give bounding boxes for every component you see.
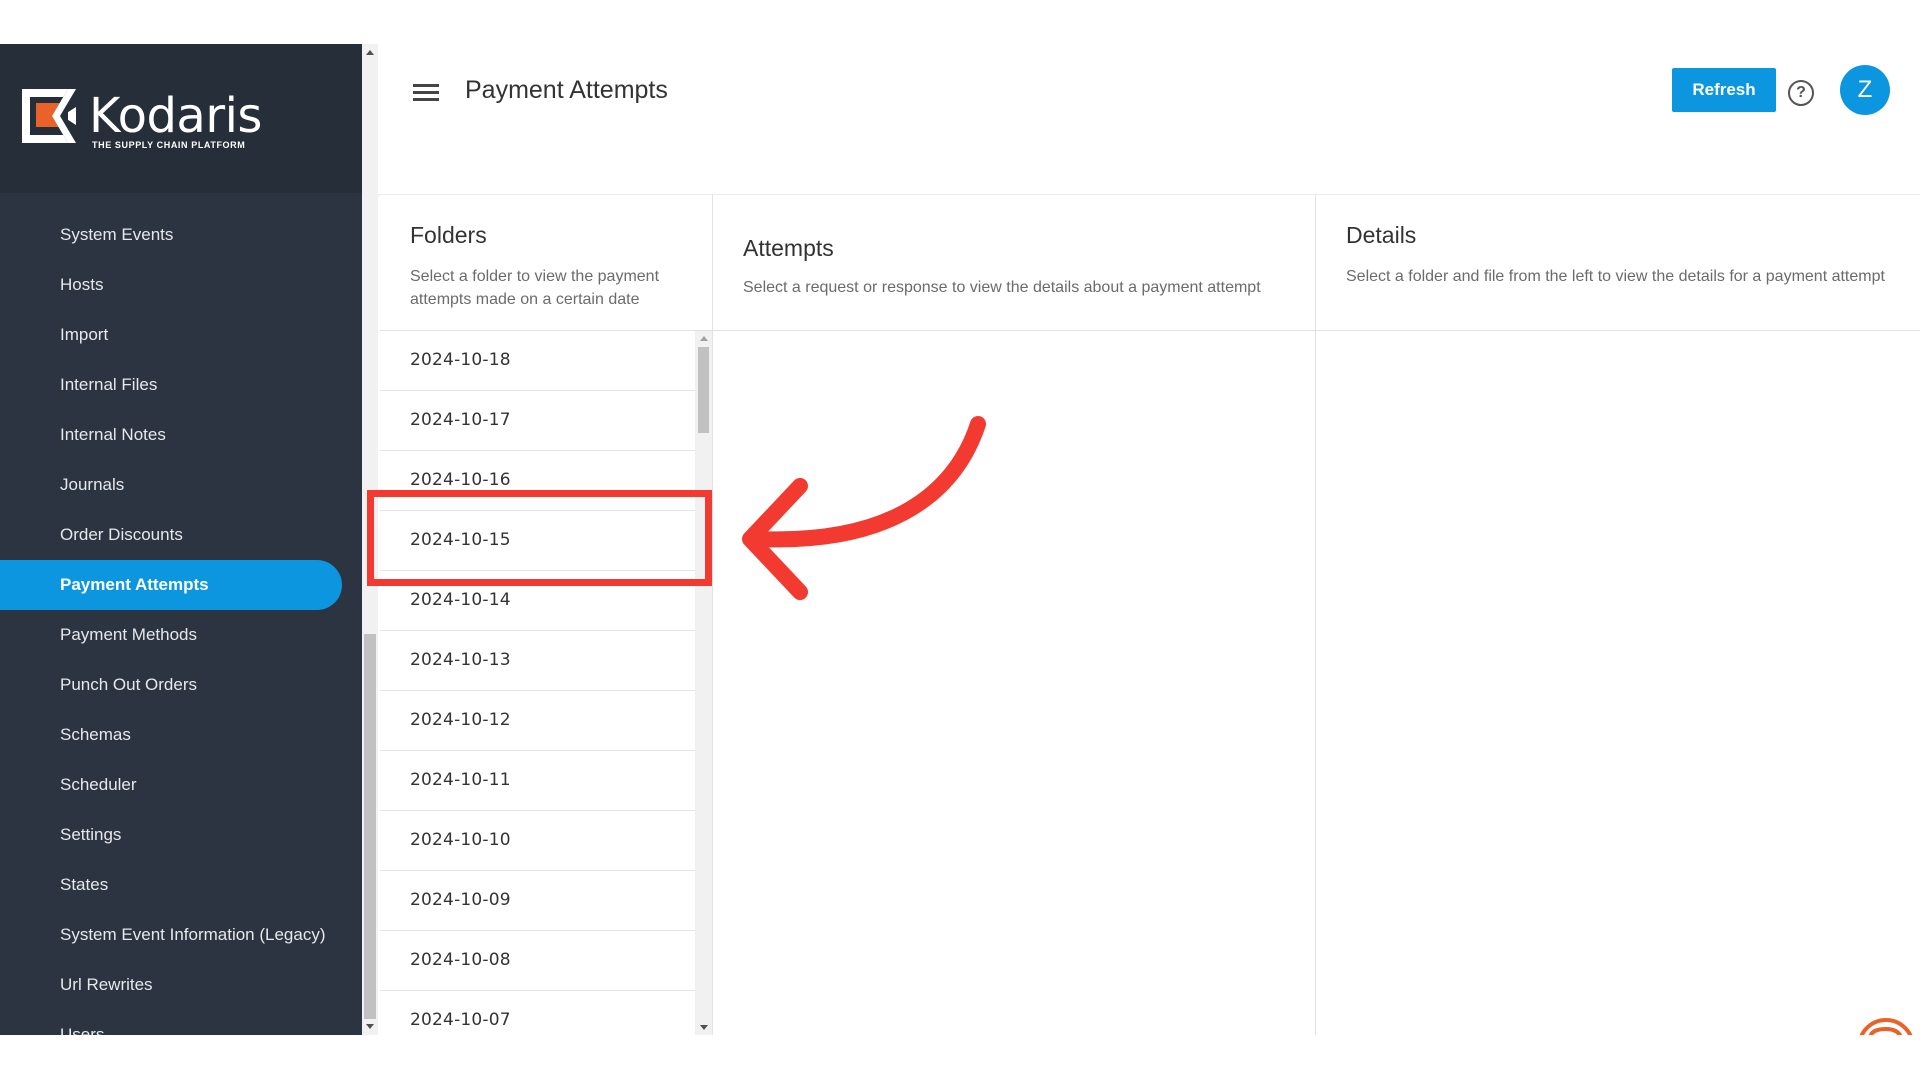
sidebar-item-schemas[interactable]: Schemas bbox=[0, 710, 362, 760]
brand-name: Kodaris bbox=[89, 88, 262, 144]
sidebar-item-system-events[interactable]: System Events bbox=[0, 210, 362, 260]
scroll-up-arrow-icon[interactable] bbox=[700, 336, 708, 341]
sidebar-item-label: Url Rewrites bbox=[60, 975, 153, 994]
sidebar-item-import[interactable]: Import bbox=[0, 310, 362, 360]
sidebar-item-label: Internal Files bbox=[60, 375, 158, 394]
sidebar-item-order-discounts[interactable]: Order Discounts bbox=[0, 510, 362, 560]
chat-bubble-icon[interactable] bbox=[1856, 1017, 1916, 1035]
sidebar-scroll-thumb[interactable] bbox=[364, 634, 376, 1019]
attempts-description: Select a request or response to view the… bbox=[743, 279, 1261, 296]
logo-area: Kodaris THE SUPPLY CHAIN PLATFORM bbox=[0, 44, 362, 193]
sidebar-nav: System Events Hosts Import Internal Files In… bbox=[0, 210, 362, 1035]
scroll-down-arrow-icon[interactable] bbox=[366, 1024, 374, 1029]
sidebar-item-label: Payment Attempts bbox=[60, 575, 209, 594]
sidebar-item-label: Import bbox=[60, 325, 109, 344]
folder-item[interactable]: 2024-10-12 bbox=[380, 691, 695, 751]
folders-panel-header: Folders Select a folder to view the paym… bbox=[380, 195, 712, 331]
sidebar-item-label: System Event Information (Legacy) bbox=[60, 925, 326, 944]
folder-list-scroll-thumb[interactable] bbox=[698, 347, 709, 433]
refresh-button[interactable]: Refresh bbox=[1672, 68, 1776, 112]
scroll-up-arrow-icon[interactable] bbox=[366, 50, 374, 55]
sidebar-item-journals[interactable]: Journals bbox=[0, 460, 362, 510]
sidebar-item-payment-methods[interactable]: Payment Methods bbox=[0, 610, 362, 660]
help-circle-icon[interactable]: ? bbox=[1788, 80, 1814, 106]
attempts-panel-header: Attempts Select a request or response to… bbox=[713, 195, 1316, 331]
details-description: Select a folder and file from the left t… bbox=[1346, 268, 1885, 285]
folder-item[interactable]: 2024-10-13 bbox=[380, 631, 695, 691]
sidebar-item-label: Payment Methods bbox=[60, 625, 198, 644]
folder-item[interactable]: 2024-10-18 bbox=[380, 331, 695, 391]
sidebar-item-label: Settings bbox=[60, 825, 122, 844]
highlight-box bbox=[367, 490, 712, 586]
top-header: Payment Attempts Refresh ? Z bbox=[378, 44, 1920, 194]
sidebar-item-payment-attempts[interactable]: Payment Attempts bbox=[0, 560, 362, 610]
kodaris-logo-icon bbox=[22, 89, 76, 143]
details-title: Details bbox=[1346, 222, 1417, 248]
sidebar-item-label: System Events bbox=[60, 225, 174, 244]
sidebar-item-label: Users bbox=[60, 1025, 105, 1035]
sidebar: Kodaris THE SUPPLY CHAIN PLATFORM System… bbox=[0, 44, 362, 1035]
sidebar-item-label: Schemas bbox=[60, 725, 131, 744]
brand-tagline: THE SUPPLY CHAIN PLATFORM bbox=[92, 140, 246, 150]
sidebar-item-system-event-information-legacy[interactable]: System Event Information (Legacy) bbox=[0, 910, 362, 960]
sidebar-item-states[interactable]: States bbox=[0, 860, 362, 910]
page-title: Payment Attempts bbox=[465, 76, 668, 104]
folder-item[interactable]: 2024-10-17 bbox=[380, 391, 695, 451]
folder-list-scrollbar[interactable] bbox=[695, 331, 712, 1035]
sidebar-item-hosts[interactable]: Hosts bbox=[0, 260, 362, 310]
folders-title: Folders bbox=[410, 222, 487, 248]
sidebar-item-label: Punch Out Orders bbox=[60, 675, 198, 694]
folder-item[interactable]: 2024-10-10 bbox=[380, 811, 695, 871]
sidebar-item-label: Order Discounts bbox=[60, 525, 183, 544]
sidebar-item-settings[interactable]: Settings bbox=[0, 810, 362, 860]
sidebar-item-scheduler[interactable]: Scheduler bbox=[0, 760, 362, 810]
sidebar-item-label: States bbox=[60, 875, 109, 894]
folders-description: Select a folder to view the payment atte… bbox=[410, 268, 660, 308]
sidebar-item-users[interactable]: Users bbox=[0, 1010, 362, 1035]
sidebar-item-punch-out-orders[interactable]: Punch Out Orders bbox=[0, 660, 362, 710]
folder-item[interactable]: 2024-10-07 bbox=[380, 991, 695, 1035]
attempts-title: Attempts bbox=[743, 235, 834, 261]
hamburger-menu-icon[interactable] bbox=[413, 80, 439, 104]
sidebar-item-label: Hosts bbox=[60, 275, 104, 294]
details-panel: Details Select a folder and file from th… bbox=[1315, 195, 1920, 1035]
sidebar-item-internal-files[interactable]: Internal Files bbox=[0, 360, 362, 410]
scroll-down-arrow-icon[interactable] bbox=[700, 1025, 708, 1030]
folder-list: 2024-10-18 2024-10-17 2024-10-16 2024-10-15… bbox=[380, 331, 695, 1035]
folder-item[interactable]: 2024-10-11 bbox=[380, 751, 695, 811]
folder-item[interactable]: 2024-10-08 bbox=[380, 931, 695, 991]
annotation-arrow-icon bbox=[742, 416, 986, 600]
user-avatar[interactable]: Z bbox=[1840, 65, 1890, 115]
sidebar-item-label: Internal Notes bbox=[60, 425, 166, 444]
app-window: Kodaris THE SUPPLY CHAIN PLATFORM System… bbox=[0, 44, 1920, 1035]
sidebar-item-internal-notes[interactable]: Internal Notes bbox=[0, 410, 362, 460]
folders-panel: Folders Select a folder to view the paym… bbox=[380, 195, 712, 1035]
sidebar-item-label: Journals bbox=[60, 475, 125, 494]
sidebar-item-url-rewrites[interactable]: Url Rewrites bbox=[0, 960, 362, 1010]
folder-item[interactable]: 2024-10-09 bbox=[380, 871, 695, 931]
sidebar-item-label: Scheduler bbox=[60, 775, 137, 794]
details-panel-header: Details Select a folder and file from th… bbox=[1316, 195, 1920, 331]
